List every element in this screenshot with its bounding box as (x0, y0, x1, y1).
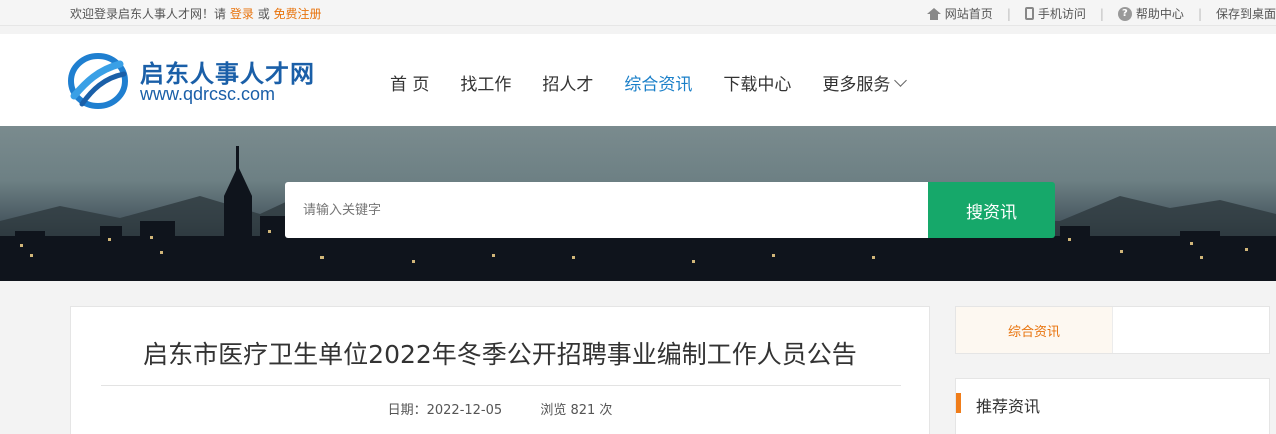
help-link-label: 帮助中心 (1135, 7, 1184, 21)
logo-domain: www.qdrcsc.com (140, 84, 276, 104)
site-logo[interactable]: 启东人事人才网 www.qdrcsc.com (68, 52, 318, 112)
login-link[interactable]: 登录 (230, 7, 254, 21)
recommended-heading: 推荐资讯 (976, 397, 1041, 416)
sidebar-tabs: 综合资讯 (955, 306, 1270, 354)
chevron-down-icon (894, 73, 908, 87)
separator: | (1197, 6, 1202, 21)
or-text: 或 (257, 7, 270, 21)
article-card: 启东市医疗卫生单位2022年冬季公开招聘事业编制工作人员公告 日期：2022-1… (70, 306, 930, 434)
tab-news[interactable]: 综合资讯 (956, 307, 1113, 353)
divider (101, 385, 901, 386)
article-views: 浏览 821 次 (540, 403, 613, 418)
search-banner: 搜资讯 (0, 126, 1276, 281)
article-meta: 日期：2022-12-05 浏览 821 次 (71, 399, 929, 418)
help-icon: ? (1117, 6, 1132, 21)
article-date: 日期：2022-12-05 (387, 403, 503, 418)
nav-home[interactable]: 首 页 (390, 70, 429, 95)
register-link[interactable]: 免费注册 (274, 7, 322, 21)
top-bar: 欢迎登录启东人事人才网！请 登录 或 免费注册 网站首页 | 手机访问 | ? … (0, 0, 1276, 26)
article-title: 启东市医疗卫生单位2022年冬季公开招聘事业编制工作人员公告 (143, 340, 857, 369)
phone-icon (1024, 7, 1034, 20)
welcome-message: 欢迎登录启东人事人才网！请 登录 或 免费注册 (70, 5, 322, 22)
save-desktop-label: 保存到桌面 (1215, 7, 1276, 21)
home-icon (926, 7, 941, 20)
nav-download-center[interactable]: 下载中心 (723, 70, 791, 95)
mobile-link[interactable]: 手机访问 (1024, 5, 1086, 22)
nav-more-label: 更多服务 (822, 75, 891, 95)
separator: | (1099, 6, 1104, 21)
top-links: 网站首页 | 手机访问 | ? 帮助中心 | 保存到桌面 (926, 5, 1276, 22)
home-link[interactable]: 网站首页 (926, 5, 993, 22)
welcome-text: 欢迎登录启东人事人才网！请 (70, 7, 227, 21)
nav-find-job[interactable]: 找工作 (460, 70, 511, 95)
logo-mark-icon (68, 53, 128, 109)
section-marker (956, 393, 961, 413)
nav-news[interactable]: 综合资讯 (624, 70, 692, 95)
home-link-label: 网站首页 (944, 7, 993, 21)
mobile-link-label: 手机访问 (1037, 7, 1086, 21)
nav-more-services[interactable]: 更多服务 (822, 70, 908, 95)
recommended-panel: 推荐资讯 (955, 378, 1270, 434)
search-button[interactable]: 搜资讯 (928, 182, 1055, 238)
main-nav: 首 页 找工作 招人才 综合资讯 下载中心 更多服务 (390, 70, 936, 95)
save-desktop-link[interactable]: 保存到桌面 (1216, 5, 1276, 22)
site-header: 启东人事人才网 www.qdrcsc.com 首 页 找工作 招人才 综合资讯 … (0, 34, 1276, 126)
search-bar: 搜资讯 (285, 182, 1055, 238)
nav-hire-talent[interactable]: 招人才 (542, 70, 593, 95)
help-link[interactable]: ? 帮助中心 (1117, 5, 1184, 22)
separator: | (1006, 6, 1011, 21)
search-input[interactable] (285, 182, 928, 238)
